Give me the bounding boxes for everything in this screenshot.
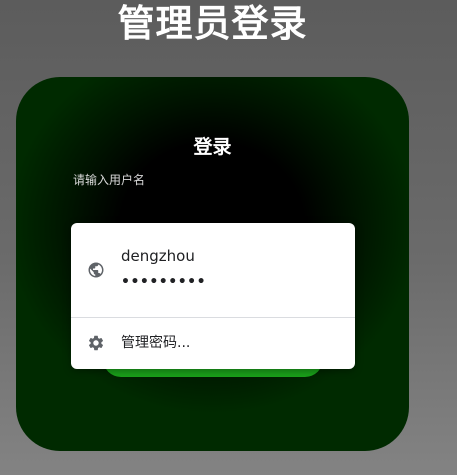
autofill-popup: dengzhou ••••••••• 管理密码... [71, 223, 355, 369]
suggested-username: dengzhou [121, 247, 195, 265]
page-title: 管理员登录 [117, 2, 308, 45]
login-heading: 登录 [193, 136, 232, 158]
manage-passwords-item[interactable]: 管理密码... [71, 318, 355, 369]
saved-credential-suggestion[interactable]: dengzhou ••••••••• [71, 223, 355, 317]
suggested-password-mask: ••••••••• [121, 274, 207, 290]
gear-icon [88, 335, 104, 351]
username-label: 请输入用户名 [73, 173, 146, 187]
globe-icon [88, 262, 104, 278]
manage-passwords-label: 管理密码... [121, 335, 191, 351]
